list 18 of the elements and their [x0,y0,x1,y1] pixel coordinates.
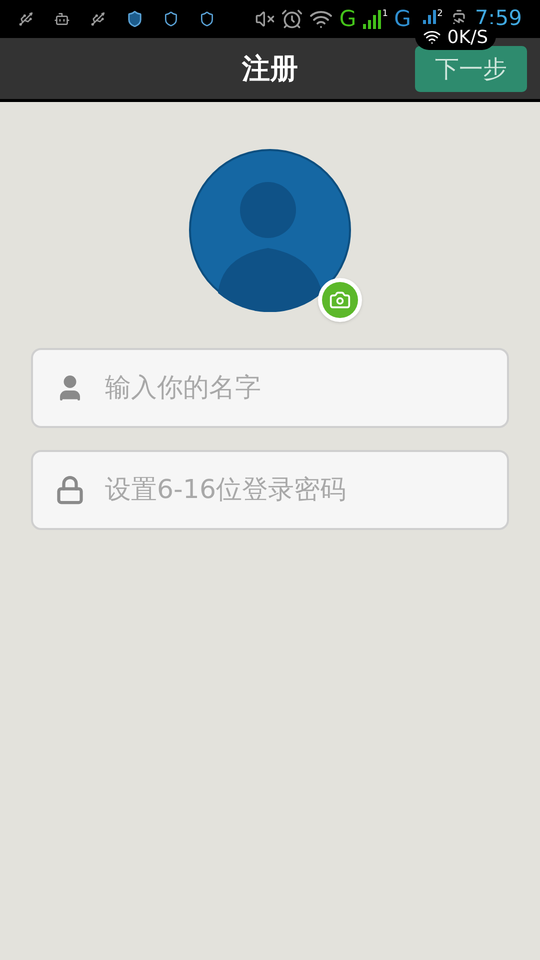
alarm-icon [281,8,304,30]
shield-icon [163,9,180,29]
wifi-icon [423,28,442,46]
mute-icon [255,9,276,29]
input-field[interactable]: 设置6-16位登录密码 [31,450,509,530]
shield-icon [126,8,144,30]
camera-icon [329,289,351,311]
sim-number: 1 [382,8,388,21]
page-title: 注册 [242,50,298,86]
next-button[interactable]: 下一步 [415,46,527,92]
network-type: G [394,6,412,34]
lock-icon [55,475,85,505]
sim-number: 2 [437,8,443,21]
input-field[interactable]: 输入你的名字 [31,348,509,428]
shield-icon [199,9,216,29]
camera-button[interactable] [318,278,362,322]
signal-icon [362,8,382,30]
network-type: G [339,6,356,34]
